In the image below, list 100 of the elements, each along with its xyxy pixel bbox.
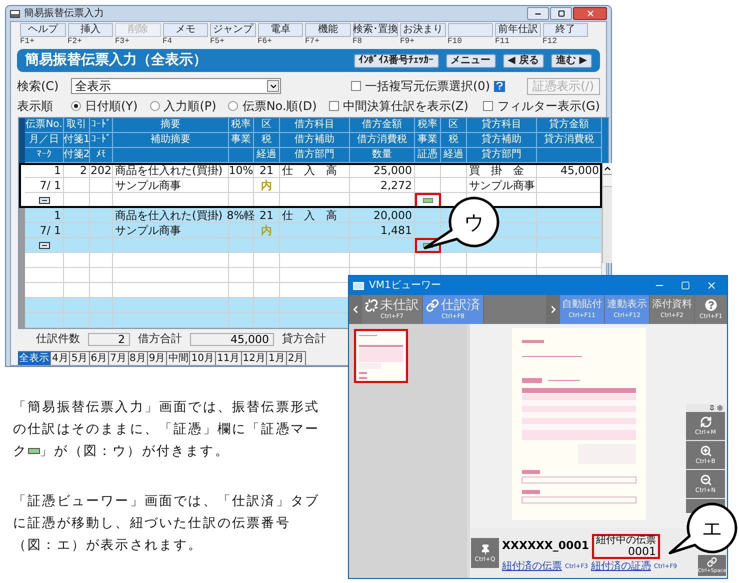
table-cell: 202 bbox=[90, 164, 112, 176]
radio-button[interactable] bbox=[228, 100, 238, 110]
function-key-button[interactable]: 終了 bbox=[542, 23, 588, 37]
pin-icon bbox=[480, 544, 490, 554]
empty-cell bbox=[415, 163, 441, 178]
shortcut-label: F8 bbox=[352, 37, 364, 47]
current-slip-number: 0001 bbox=[628, 546, 656, 557]
month-tab[interactable]: 9月 bbox=[148, 351, 168, 365]
linked-items-link[interactable]: 紐付済の伝票 bbox=[502, 562, 562, 572]
help-icon bbox=[705, 299, 717, 311]
function-key-button[interactable]: 検索･置換 bbox=[352, 23, 398, 37]
scrollbar[interactable] bbox=[602, 163, 612, 263]
column-header: 税率 bbox=[418, 120, 438, 130]
empty-cell bbox=[441, 163, 467, 178]
month-tab[interactable]: 2月 bbox=[286, 351, 306, 365]
linked-items-link[interactable]: 紐付済の証憑 bbox=[590, 562, 651, 572]
screen-title: 簡易振替伝票入力（全表示） bbox=[25, 51, 207, 70]
function-key-button[interactable]: ヘルプ bbox=[20, 23, 66, 37]
window-title: VM1ビューワー bbox=[369, 279, 441, 293]
table-cell: 2,272 bbox=[380, 180, 412, 190]
function-key-button[interactable]: メモ bbox=[162, 23, 208, 37]
note-text: 「証憑ビューワー」画面では、「仕訳済」タブに証憑が移動し、紐づいた仕訳の伝票番号（図：エ）が表示されます。 bbox=[13, 493, 321, 555]
banner-button[interactable]: ｲﾝﾎﾞｲｽ番号ﾁｪｯｶｰ bbox=[354, 54, 439, 68]
column-header: 取引 bbox=[66, 120, 86, 130]
month-tab[interactable]: 8月 bbox=[128, 351, 148, 365]
table-cell: 仕 入 高 bbox=[282, 210, 337, 220]
banner-button[interactable]: 進む ▶ bbox=[550, 54, 592, 68]
table-cell: 1 bbox=[54, 164, 61, 176]
empty-cell bbox=[415, 208, 441, 223]
month-tab[interactable]: 中間 bbox=[167, 351, 190, 365]
current-slip-label: 紐付中の伝票 bbox=[596, 536, 656, 546]
close-button[interactable] bbox=[573, 7, 607, 20]
empty-cell bbox=[64, 223, 90, 238]
radio-label: 日付順(Y) bbox=[85, 98, 138, 114]
month-tab[interactable]: 全表示 bbox=[18, 351, 51, 365]
month-tab[interactable]: 1月 bbox=[267, 351, 287, 365]
column-header: 付箋2 bbox=[63, 150, 90, 160]
shortcut-label: F3+ bbox=[115, 37, 130, 47]
zoom-in-icon bbox=[700, 445, 712, 457]
month-tab[interactable]: 4月 bbox=[51, 351, 70, 365]
callout-label: ウ bbox=[463, 212, 485, 232]
banner-button[interactable]: ◀ 戻る bbox=[502, 54, 544, 68]
help-icon[interactable] bbox=[494, 80, 505, 92]
column-header: 税 bbox=[448, 135, 458, 145]
empty-cell bbox=[415, 178, 441, 193]
table-cell: 仕 入 高 bbox=[282, 164, 337, 176]
thumbnail-frame[interactable] bbox=[354, 329, 408, 383]
checkbox[interactable] bbox=[328, 100, 339, 110]
table-cell: 21 bbox=[260, 164, 274, 176]
month-tab[interactable]: 6月 bbox=[90, 351, 110, 365]
checkbox-label: 中間決算仕訳を表示(Z) bbox=[342, 98, 468, 114]
table-cell: 21 bbox=[260, 210, 274, 220]
month-tab[interactable]: 10月 bbox=[190, 351, 216, 365]
column-header: 貸方科目 bbox=[482, 120, 522, 130]
row-marker[interactable] bbox=[19, 208, 25, 223]
row-marker[interactable] bbox=[19, 313, 25, 328]
function-key-button[interactable]: 機能 bbox=[305, 23, 350, 37]
column-header: 貸方消費税 bbox=[544, 135, 594, 145]
column-header: 証憑 bbox=[418, 150, 438, 160]
empty-cell bbox=[280, 178, 350, 193]
scroll-thumb[interactable] bbox=[603, 175, 612, 187]
month-tab[interactable]: 7月 bbox=[109, 351, 128, 365]
month-tab[interactable]: 5月 bbox=[70, 351, 90, 365]
table-cell: 20,000 bbox=[374, 210, 412, 220]
month-tab[interactable]: 11月 bbox=[216, 351, 242, 365]
function-key-button[interactable]: お決まり bbox=[400, 23, 446, 37]
search-dropdown[interactable]: 全表示 bbox=[71, 78, 281, 94]
function-key-button[interactable]: 挿入 bbox=[68, 23, 113, 37]
column-header: 税率 bbox=[231, 120, 251, 130]
total-label: 借方合計 bbox=[138, 331, 182, 348]
function-key-button[interactable]: 前年仕訳 bbox=[495, 23, 540, 37]
radio-button[interactable] bbox=[71, 100, 81, 110]
link-icon bbox=[426, 299, 439, 312]
table-cell: サンプル商事 bbox=[469, 180, 535, 190]
empty-cell bbox=[280, 223, 350, 238]
maximize-button[interactable] bbox=[550, 7, 572, 20]
scroll-up-icon[interactable] bbox=[603, 164, 612, 173]
checkbox-label: フィルター表示(G) bbox=[497, 98, 600, 114]
evidence-mark-icon bbox=[28, 448, 40, 454]
close-button[interactable] bbox=[706, 280, 717, 291]
shortcut-label: F1+ bbox=[20, 37, 36, 47]
settings-icon[interactable] bbox=[717, 404, 723, 410]
table-cell: 25,000 bbox=[374, 164, 412, 176]
checkbox[interactable] bbox=[351, 81, 361, 91]
radio-button[interactable] bbox=[150, 100, 160, 110]
function-key-button[interactable]: ジャンプ bbox=[210, 23, 256, 37]
empty-cell bbox=[90, 178, 113, 193]
pin-icon[interactable] bbox=[709, 404, 715, 410]
month-tab[interactable]: 12月 bbox=[242, 351, 268, 365]
column-header: 伝票No. bbox=[26, 120, 62, 130]
banner-button[interactable]: メニュー bbox=[446, 54, 496, 68]
function-key-button[interactable]: 電卓 bbox=[258, 23, 303, 37]
table-cell: 7/ 1 bbox=[40, 224, 61, 236]
column-header: 経過 bbox=[256, 150, 276, 160]
shortcut-label: F12 bbox=[542, 37, 558, 47]
radio-label: 伝票No.順(D) bbox=[242, 98, 317, 114]
column-header: 貸方金額 bbox=[549, 120, 589, 130]
checkbox[interactable] bbox=[483, 100, 494, 110]
column-header: 付箋1 bbox=[63, 135, 90, 145]
shortcut-label: F4 bbox=[162, 37, 174, 47]
